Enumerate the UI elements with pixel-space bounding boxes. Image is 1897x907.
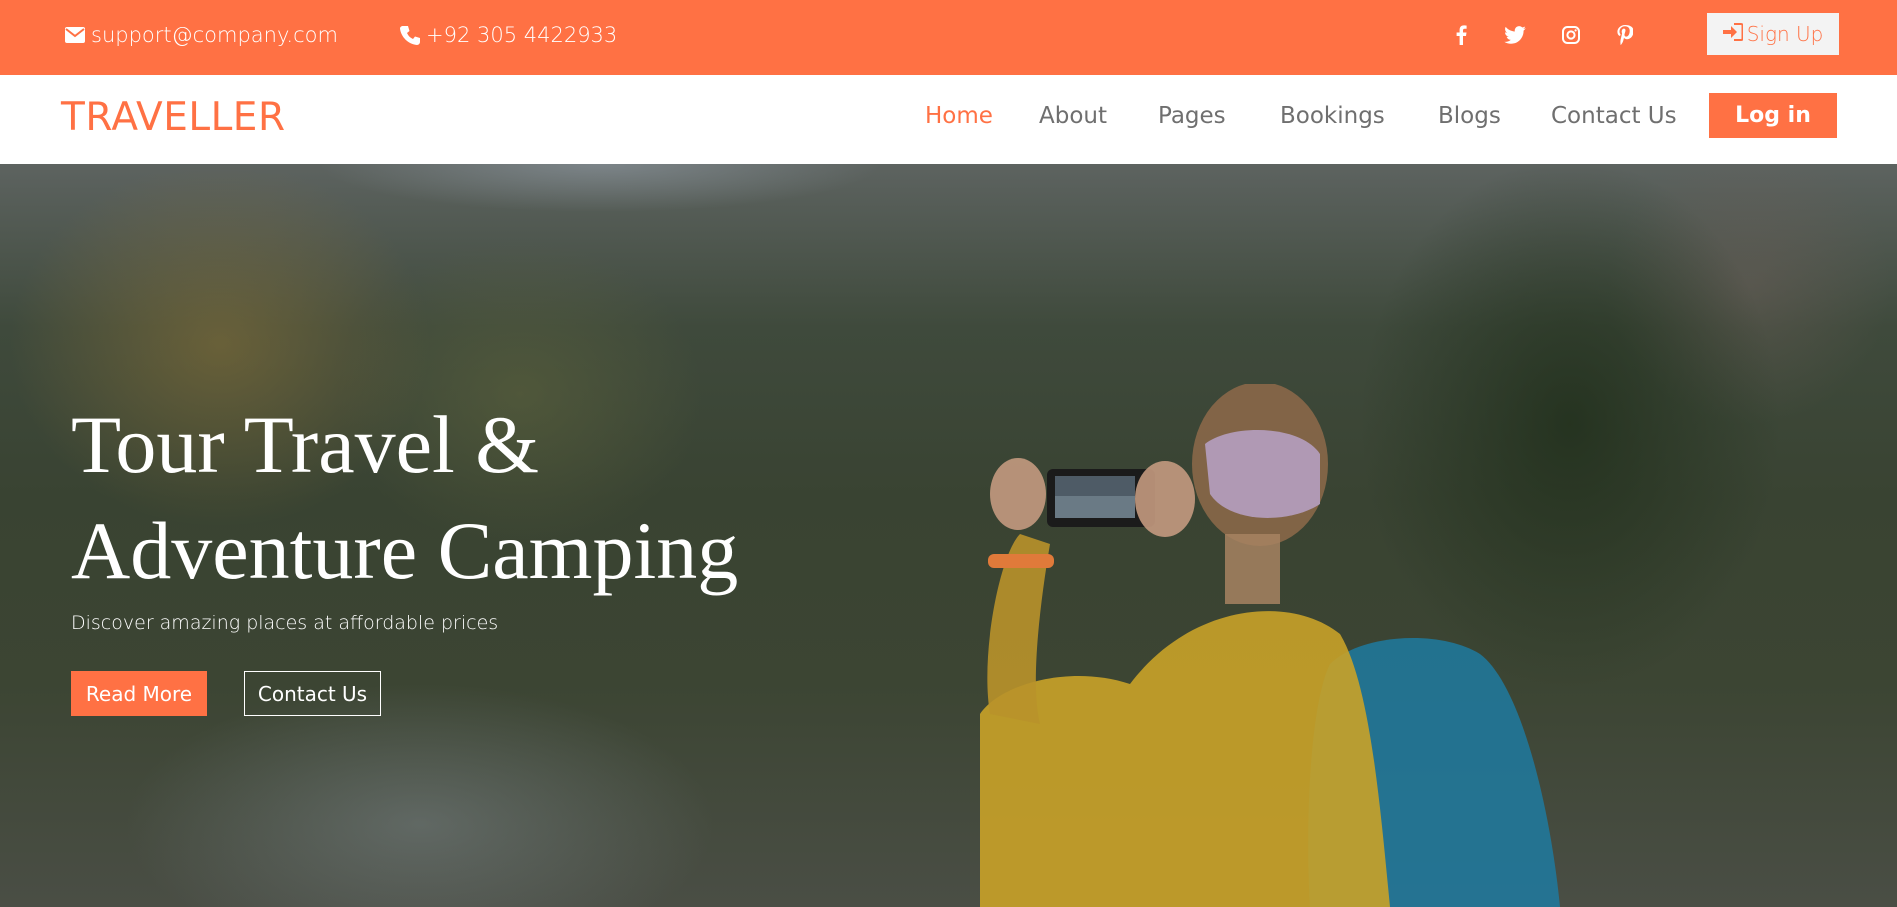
top-bar: support@company.com +92 305 4422933 Sign… — [0, 0, 1897, 75]
nav-link-home[interactable]: Home — [925, 103, 993, 129]
login-button[interactable]: Log in — [1709, 93, 1837, 138]
hero-section: Tour Travel & Adventure Camping Discover… — [0, 164, 1897, 907]
facebook-icon[interactable] — [1446, 0, 1476, 70]
hero-title-line1: Tour Travel & — [71, 399, 540, 490]
phone-contact[interactable]: +92 305 4422933 — [400, 0, 617, 70]
nav-link-about[interactable]: About — [1039, 103, 1107, 129]
pinterest-icon[interactable] — [1610, 0, 1640, 70]
signup-button[interactable]: Sign Up — [1707, 13, 1839, 55]
hero-subtitle: Discover amazing places at affordable pr… — [71, 612, 499, 634]
hero-title-line2: Adventure Camping — [71, 505, 739, 596]
hero-title: Tour Travel & Adventure Camping — [71, 392, 891, 604]
signup-label: Sign Up — [1746, 22, 1824, 46]
phone-icon — [400, 25, 420, 45]
hero-background-mountain — [250, 164, 950, 244]
sign-in-icon — [1722, 22, 1744, 46]
site-logo[interactable]: TRAVELLER — [61, 95, 286, 140]
contact-us-button[interactable]: Contact Us — [244, 671, 381, 716]
traveler-photo-illustration — [980, 384, 1560, 907]
email-contact[interactable]: support@company.com — [65, 0, 338, 70]
envelope-icon — [65, 27, 85, 43]
instagram-icon[interactable] — [1556, 0, 1586, 70]
phone-text: +92 305 4422933 — [426, 23, 618, 47]
twitter-icon[interactable] — [1500, 0, 1530, 70]
nav-link-blogs[interactable]: Blogs — [1438, 103, 1501, 129]
nav-link-contact[interactable]: Contact Us — [1551, 103, 1677, 129]
read-more-button[interactable]: Read More — [71, 671, 207, 716]
main-navbar: TRAVELLER Home About Pages Bookings Blog… — [0, 75, 1897, 164]
nav-link-bookings[interactable]: Bookings — [1280, 103, 1385, 129]
nav-link-pages[interactable]: Pages — [1158, 103, 1226, 129]
email-text: support@company.com — [91, 23, 338, 47]
